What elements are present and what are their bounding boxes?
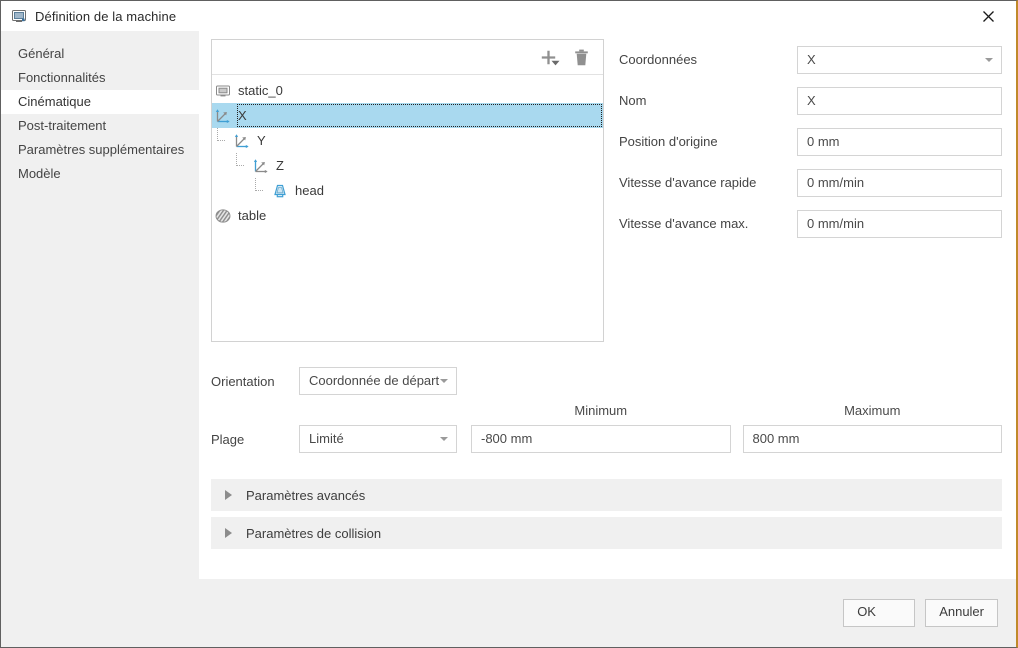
vitesse-avance-max-input[interactable]: 0 mm/min bbox=[797, 209, 1002, 238]
chevron-right-icon bbox=[225, 490, 232, 500]
tree-node-label: X bbox=[238, 108, 247, 123]
tree-row[interactable]: table bbox=[212, 203, 603, 228]
orientation-range-block: Orientation Coordonnée de départ Minimum… bbox=[211, 364, 1002, 456]
field-row-vitesse-avance-rapide: Vitesse d'avance rapide 0 mm/min bbox=[619, 162, 1002, 203]
tree-guide bbox=[212, 153, 231, 178]
plage-label: Plage bbox=[211, 431, 245, 447]
field-label: Vitesse d'avance rapide bbox=[619, 175, 757, 190]
section-parametres-avances[interactable]: Paramètres avancés bbox=[211, 479, 1002, 511]
axis-icon bbox=[252, 157, 270, 175]
tree-row[interactable]: static_0 bbox=[212, 78, 603, 103]
sidebar-item-general[interactable]: Général bbox=[1, 42, 199, 66]
tree-indent-guides bbox=[212, 153, 250, 178]
content-area: static_0 X Y Z head table Coordonnées X … bbox=[199, 31, 1016, 579]
close-icon[interactable] bbox=[966, 1, 1010, 31]
ok-button[interactable]: OK bbox=[843, 599, 916, 627]
trash-icon[interactable] bbox=[568, 44, 594, 70]
field-row-nom: Nom X bbox=[619, 80, 1002, 121]
kinematics-tree-panel: static_0 X Y Z head table bbox=[211, 39, 604, 342]
tree-guide bbox=[231, 153, 250, 178]
kinematics-tree: static_0 X Y Z head table bbox=[212, 75, 603, 228]
axis-icon bbox=[214, 107, 232, 125]
sidebar-item-post-traitement[interactable]: Post-traitement bbox=[1, 114, 199, 138]
tree-row-selected[interactable]: X bbox=[212, 103, 603, 128]
tree-node-label: Z bbox=[276, 158, 284, 173]
axis-properties-form: Coordonnées X Nom X Position d'origine 0… bbox=[619, 39, 1002, 244]
field-row-position-origine: Position d'origine 0 mm bbox=[619, 121, 1002, 162]
tree-guide bbox=[212, 128, 231, 153]
tree-indent-guides bbox=[212, 128, 231, 153]
machine-monitor-icon bbox=[11, 8, 27, 24]
position-origine-input[interactable]: 0 mm bbox=[797, 127, 1002, 156]
tree-guide bbox=[250, 178, 269, 203]
tree-guide bbox=[212, 178, 231, 203]
chevron-down-icon[interactable] bbox=[551, 54, 560, 69]
tree-row[interactable]: Y bbox=[212, 128, 603, 153]
tree-node-label: head bbox=[295, 183, 324, 198]
plage-row: Plage Limité -800 mm 800 mm bbox=[211, 422, 1002, 456]
minimum-header: Minimum bbox=[574, 402, 628, 418]
dialog-body: Général Fonctionnalités Cinématique Post… bbox=[1, 31, 1016, 579]
field-label: Nom bbox=[619, 93, 647, 108]
orientation-select[interactable]: Coordonnée de départ bbox=[299, 367, 457, 395]
field-row-vitesse-avance-max: Vitesse d'avance max. 0 mm/min bbox=[619, 203, 1002, 244]
chevron-right-icon bbox=[225, 528, 232, 538]
static-base-icon bbox=[214, 82, 232, 100]
axis-icon bbox=[233, 132, 251, 150]
field-label: Vitesse d'avance max. bbox=[619, 216, 749, 231]
orientation-row: Orientation Coordonnée de départ bbox=[211, 364, 1002, 398]
maximum-header: Maximum bbox=[844, 402, 901, 418]
field-label: Position d'origine bbox=[619, 134, 718, 149]
tree-node-label: table bbox=[238, 208, 267, 223]
table-disc-icon bbox=[214, 207, 232, 225]
plus-icon[interactable] bbox=[535, 44, 561, 70]
sidebar-item-cinematique[interactable]: Cinématique bbox=[1, 90, 199, 114]
tree-node-label: Y bbox=[257, 133, 266, 148]
plage-maximum-input[interactable]: 800 mm bbox=[742, 425, 1002, 453]
tree-row[interactable]: head bbox=[212, 178, 603, 203]
tree-toolbar bbox=[212, 40, 603, 75]
plage-minimum-input[interactable]: -800 mm bbox=[471, 425, 731, 453]
orientation-label: Orientation bbox=[211, 373, 275, 389]
tree-indent-guides bbox=[212, 178, 269, 203]
title-bar: Définition de la machine bbox=[1, 1, 1016, 31]
spindle-head-icon bbox=[271, 182, 289, 200]
sidebar-item-modele[interactable]: Modèle bbox=[1, 162, 199, 186]
section-parametres-collision[interactable]: Paramètres de collision bbox=[211, 517, 1002, 549]
plage-mode-select[interactable]: Limité bbox=[299, 425, 457, 453]
tree-guide bbox=[231, 178, 250, 203]
sidebar-nav: Général Fonctionnalités Cinématique Post… bbox=[1, 31, 199, 579]
window-title: Définition de la machine bbox=[35, 8, 177, 24]
sidebar-item-parametres-supplementaires[interactable]: Paramètres supplémentaires bbox=[1, 138, 199, 162]
section-label: Paramètres de collision bbox=[246, 525, 382, 541]
field-row-coordonnees: Coordonnées X bbox=[619, 39, 1002, 80]
range-header-row: Minimum Maximum bbox=[211, 398, 1002, 422]
section-label: Paramètres avancés bbox=[246, 487, 366, 503]
vitesse-avance-rapide-input[interactable]: 0 mm/min bbox=[797, 168, 1002, 197]
focus-outline bbox=[237, 104, 602, 127]
field-label: Coordonnées bbox=[619, 52, 698, 67]
tree-row[interactable]: Z bbox=[212, 153, 603, 178]
machine-definition-dialog: Définition de la machine Général Fonctio… bbox=[0, 0, 1018, 648]
collapsible-sections: Paramètres avancés Paramètres de collisi… bbox=[211, 479, 1002, 555]
coordonnees-select[interactable]: X bbox=[797, 45, 1002, 74]
nom-input[interactable]: X bbox=[797, 86, 1002, 115]
dialog-footer: OK Annuler bbox=[1, 579, 1016, 647]
cancel-button[interactable]: Annuler bbox=[925, 599, 998, 627]
tree-node-label: static_0 bbox=[238, 83, 283, 98]
sidebar-item-fonctionnalites[interactable]: Fonctionnalités bbox=[1, 66, 199, 90]
